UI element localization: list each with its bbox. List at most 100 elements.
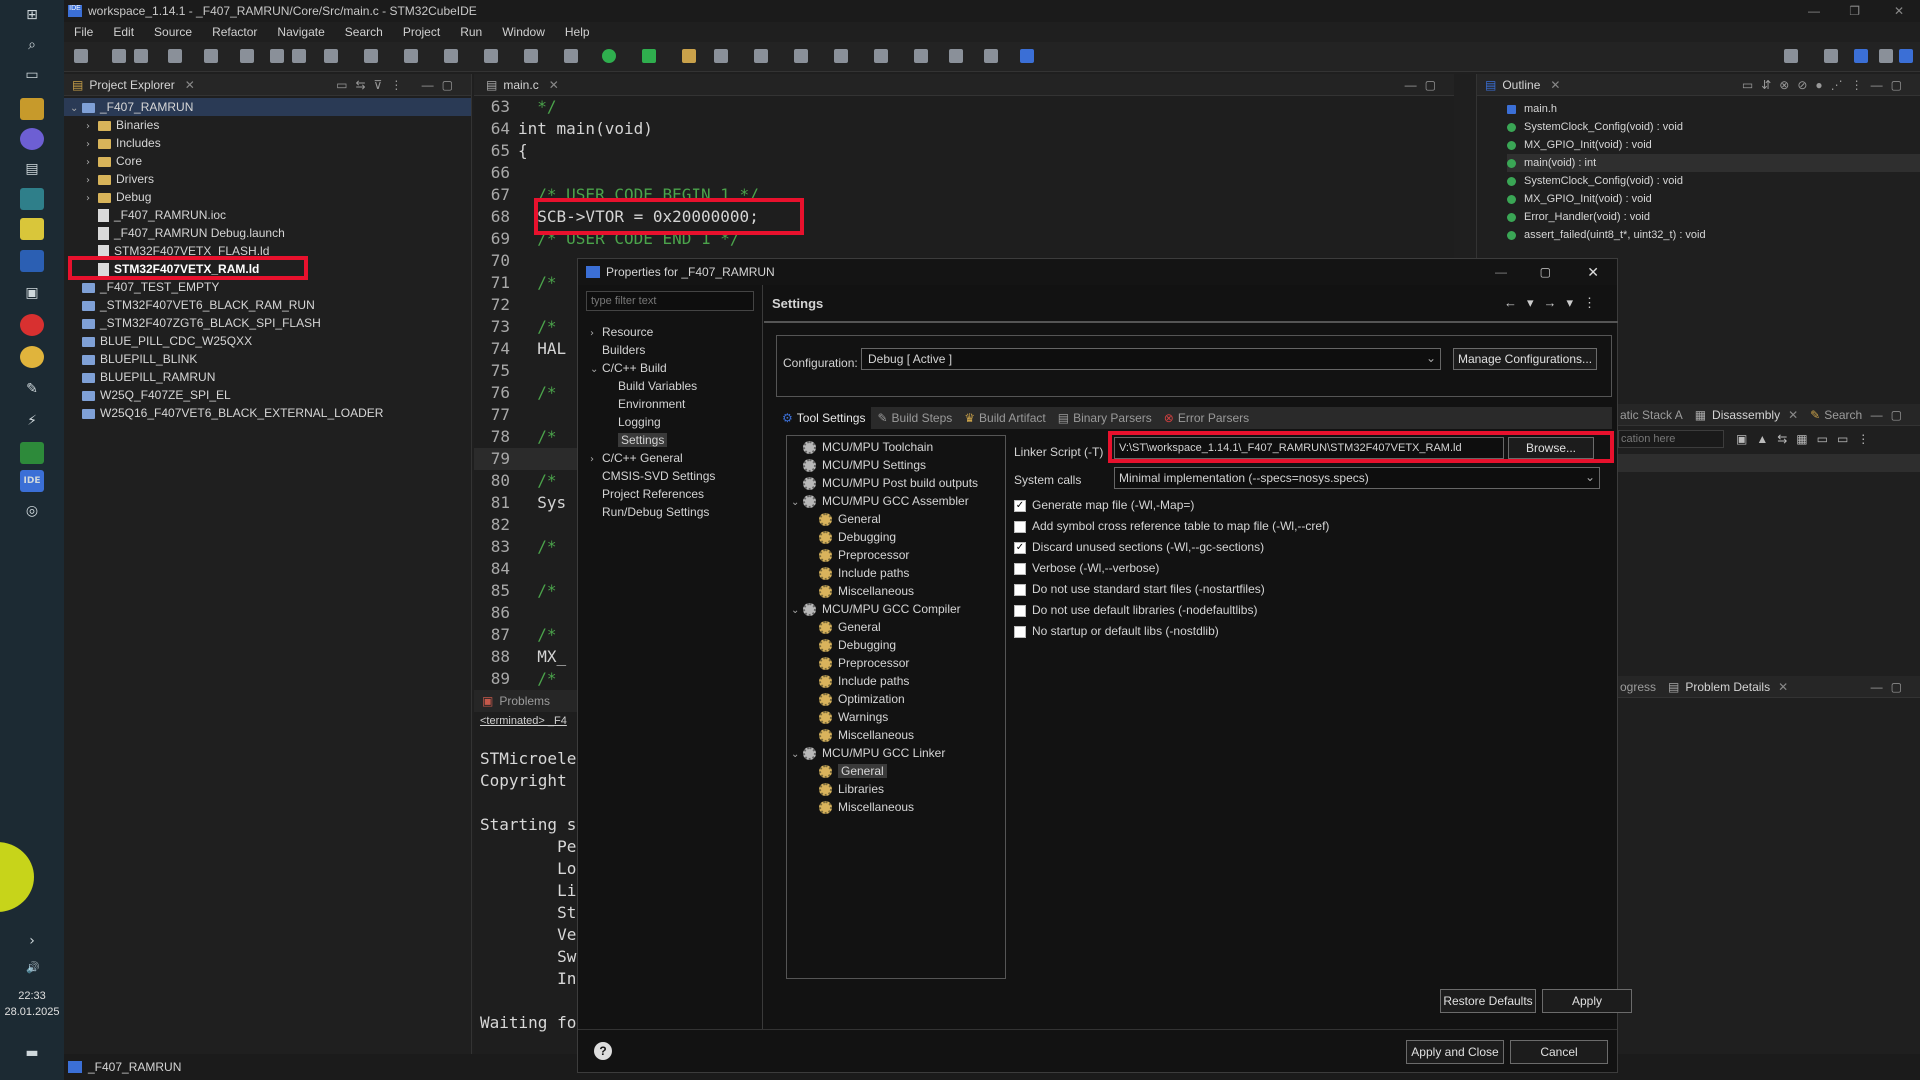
run-icon[interactable]	[602, 49, 616, 63]
cpp-perspective-icon[interactable]	[1854, 49, 1868, 63]
apply-and-close-button[interactable]: Apply and Close	[1406, 1040, 1504, 1064]
chrome-icon[interactable]	[20, 346, 44, 368]
project-tree-item[interactable]: _STM32F407ZGT6_BLACK_SPI_FLASH	[64, 314, 471, 332]
chevron-down-icon[interactable]: ⌄	[70, 100, 82, 118]
menu-run[interactable]: Run	[450, 25, 492, 39]
open-type-icon[interactable]	[364, 49, 378, 63]
project-tree-item[interactable]: › Core	[64, 152, 471, 170]
tool-tree-item[interactable]: Miscellaneous	[787, 582, 1005, 600]
project-tree-item[interactable]: _F407_RAMRUN.ioc	[64, 206, 471, 224]
game-icon[interactable]: ◎	[20, 500, 44, 522]
dialog-minimize-button[interactable]: —	[1495, 265, 1507, 279]
tool-tree-item[interactable]: ⌄ MCU/MPU GCC Linker	[787, 744, 1005, 762]
chevron-down-icon[interactable]: ⌄	[791, 602, 803, 620]
chevron-down-icon[interactable]: ⌄	[590, 361, 602, 379]
tab-progress[interactable]: ogress	[1620, 680, 1656, 694]
menu-search[interactable]: Search	[335, 25, 393, 39]
new-icon[interactable]	[74, 49, 88, 63]
dialog-nav-item[interactable]: › C/C++ General	[578, 449, 762, 467]
windows-start-icon[interactable]: ⊞	[20, 4, 44, 26]
save-icon[interactable]	[112, 49, 126, 63]
debug-icon[interactable]	[564, 49, 578, 63]
dialog-nav-item[interactable]: Build Variables	[578, 377, 762, 395]
project-tree-item[interactable]: ⌄ _F407_RAMRUN	[64, 98, 471, 116]
close-tab-icon[interactable]: ✕	[185, 78, 195, 92]
project-tree-item[interactable]: BLUE_PILL_CDC_W25QXX	[64, 332, 471, 350]
configuration-select[interactable]: Debug [ Active ] ⌄	[861, 348, 1441, 370]
chevron-down-icon[interactable]: ⌄	[791, 494, 803, 512]
tool-tree-item[interactable]: Include paths	[787, 564, 1005, 582]
tab-build-steps[interactable]: ✎ Build Steps	[871, 411, 958, 425]
dialog-nav-item[interactable]: Run/Debug Settings	[578, 503, 762, 521]
device-perspective-icon[interactable]	[1899, 49, 1913, 63]
menu-navigate[interactable]: Navigate	[267, 25, 334, 39]
dialog-nav-item[interactable]: CMSIS-SVD Settings	[578, 467, 762, 485]
linker-option[interactable]: Do not use standard start files (-nostar…	[1014, 579, 1329, 600]
editor-tab-main-c[interactable]: main.c	[503, 78, 538, 92]
search-icon[interactable]: ⌕	[20, 34, 44, 56]
tool-tree-item[interactable]: Warnings	[787, 708, 1005, 726]
tab-tool-settings[interactable]: ⚙ Tool Settings	[776, 407, 872, 429]
menu-window[interactable]: Window	[492, 25, 555, 39]
outline-item[interactable]: SystemClock_Config(void) : void	[1507, 172, 1920, 190]
problem-details-minmax-icons[interactable]: —▢	[1871, 680, 1910, 694]
calculator-icon[interactable]: ▤	[20, 158, 44, 180]
redo-icon[interactable]	[292, 49, 306, 63]
tool-tree-item[interactable]: Preprocessor	[787, 654, 1005, 672]
linker-option[interactable]: Do not use default libraries (-nodefault…	[1014, 600, 1329, 621]
chevron-down-icon[interactable]: ⌄	[791, 746, 803, 764]
dialog-nav-item[interactable]: Builders	[578, 341, 762, 359]
project-explorer-title[interactable]: Project Explorer	[89, 78, 174, 92]
outline-item[interactable]: main(void) : int	[1507, 154, 1920, 172]
tab-search[interactable]: Search	[1824, 408, 1862, 422]
menu-edit[interactable]: Edit	[103, 25, 144, 39]
opera-icon[interactable]	[20, 314, 44, 336]
tool-tree-item[interactable]: Miscellaneous	[787, 726, 1005, 744]
dialog-nav-item[interactable]: Environment	[578, 395, 762, 413]
close-editor-tab-icon[interactable]: ✕	[549, 78, 559, 92]
mark-icon[interactable]	[754, 49, 768, 63]
terminal-icon[interactable]	[20, 442, 44, 464]
tool-icon[interactable]: ✎	[20, 378, 44, 400]
dialog-nav-item[interactable]: › Resource	[578, 323, 762, 341]
new-class-icon[interactable]	[404, 49, 418, 63]
tool-tree-item[interactable]: Optimization	[787, 690, 1005, 708]
project-tree-item[interactable]: › Includes	[64, 134, 471, 152]
disassembly-minmax-icons[interactable]: —▢	[1871, 408, 1910, 422]
console-output[interactable]: STMicroele Copyright Starting s Pe Lo Li S…	[474, 730, 594, 1034]
menu-project[interactable]: Project	[393, 25, 450, 39]
tool-tree-item[interactable]: Include paths	[787, 672, 1005, 690]
file-explorer-icon[interactable]	[20, 98, 44, 120]
linker-option[interactable]: Verbose (-Wl,--verbose)	[1014, 558, 1329, 579]
restore-button[interactable]: ❐	[1849, 4, 1860, 18]
undo-icon[interactable]	[270, 49, 284, 63]
tab-problem-details[interactable]: Problem Details	[1685, 680, 1770, 694]
filter-input[interactable]: type filter text	[586, 291, 754, 311]
back-icon[interactable]	[914, 49, 928, 63]
debug-config-icon[interactable]	[484, 49, 498, 63]
nav-arrows-icons[interactable]: ←▾→▾⋮	[1504, 295, 1606, 311]
tool-tree-item[interactable]: Miscellaneous	[787, 798, 1005, 816]
tool-tree-item[interactable]: ⌄ MCU/MPU GCC Assembler	[787, 492, 1005, 510]
tab-error-parsers[interactable]: ⊗ Error Parsers	[1158, 411, 1255, 425]
device-icon[interactable]	[240, 49, 254, 63]
external-tools-icon[interactable]	[524, 49, 538, 63]
outline-item[interactable]: MX_GPIO_Init(void) : void	[1507, 190, 1920, 208]
dialog-maximize-button[interactable]: ▢	[1540, 265, 1551, 279]
tool-tree-item[interactable]: Debugging	[787, 636, 1005, 654]
stm32cubeide-icon[interactable]: IDE	[20, 470, 44, 492]
close-disassembly-icon[interactable]: ✕	[1788, 408, 1798, 422]
system-calls-select[interactable]: Minimal implementation (--specs=nosys.sp…	[1114, 467, 1600, 489]
project-tree-item[interactable]: BLUEPILL_BLINK	[64, 350, 471, 368]
project-tree-item[interactable]: _F407_RAMRUN Debug.launch	[64, 224, 471, 242]
checkbox-checked[interactable]: ✓	[1014, 541, 1026, 554]
project-tree-item[interactable]: › Drivers	[64, 170, 471, 188]
project-tree-item[interactable]: W25Q_F407ZE_SPI_EL	[64, 386, 471, 404]
dialog-nav-item[interactable]: Project References	[578, 485, 762, 503]
tab-binary-parsers[interactable]: ▤ Binary Parsers	[1052, 411, 1158, 425]
project-tree-item[interactable]: W25Q16_F407VET6_BLACK_EXTERNAL_LOADER	[64, 404, 471, 422]
tab-disassembly[interactable]: Disassembly	[1712, 408, 1780, 422]
open-folder-icon[interactable]	[682, 49, 696, 63]
outline-item[interactable]: MX_GPIO_Init(void) : void	[1507, 136, 1920, 154]
run-config-icon[interactable]	[642, 49, 656, 63]
